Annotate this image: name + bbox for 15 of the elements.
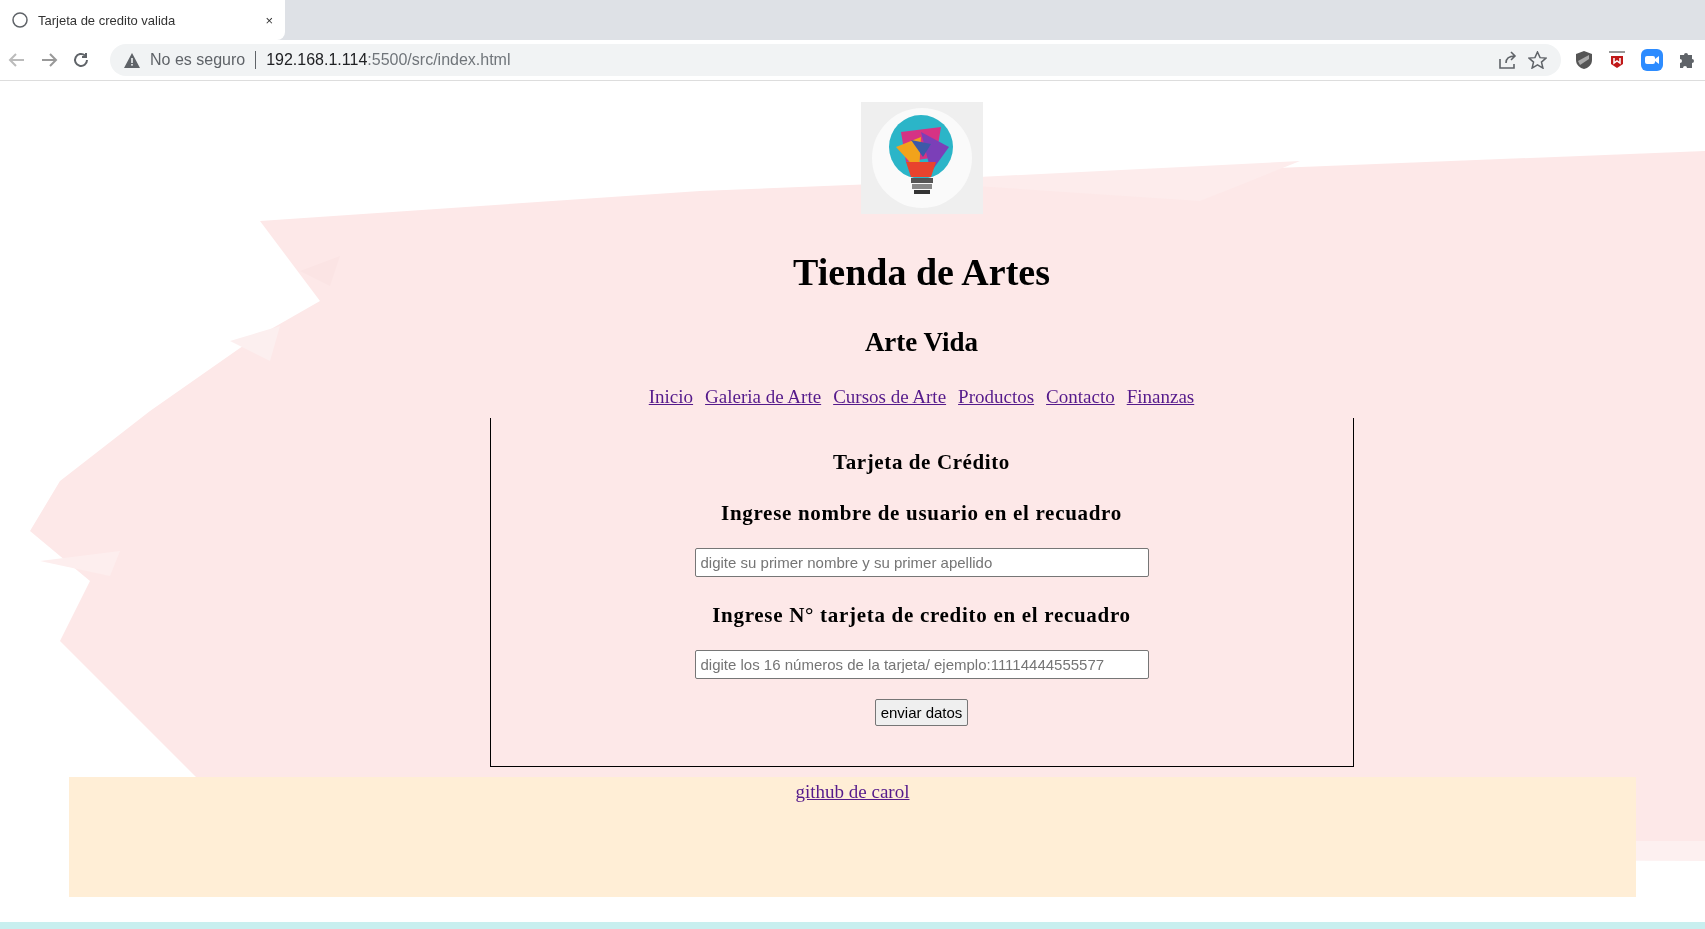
star-icon[interactable]: [1528, 51, 1547, 69]
close-tab-button[interactable]: ×: [265, 12, 273, 28]
security-label[interactable]: No es seguro: [150, 51, 246, 69]
warning-icon[interactable]: [124, 52, 140, 68]
share-icon[interactable]: [1498, 51, 1518, 69]
video-camera-icon[interactable]: [1641, 49, 1663, 71]
reload-icon[interactable]: [72, 51, 90, 69]
shield-icon[interactable]: [1575, 50, 1593, 70]
puzzle-icon[interactable]: [1677, 50, 1697, 70]
forward-icon[interactable]: [40, 51, 58, 69]
address-bar[interactable]: No es seguro 192.168.1.114:5500/src/index.html: [110, 44, 1561, 76]
globe-icon: [12, 12, 28, 28]
url-text[interactable]: 192.168.1.114:5500/src/index.html: [266, 51, 1488, 69]
extension-icon[interactable]: [1607, 50, 1627, 70]
tab-title[interactable]: Tarjeta de credito valida: [38, 12, 256, 28]
